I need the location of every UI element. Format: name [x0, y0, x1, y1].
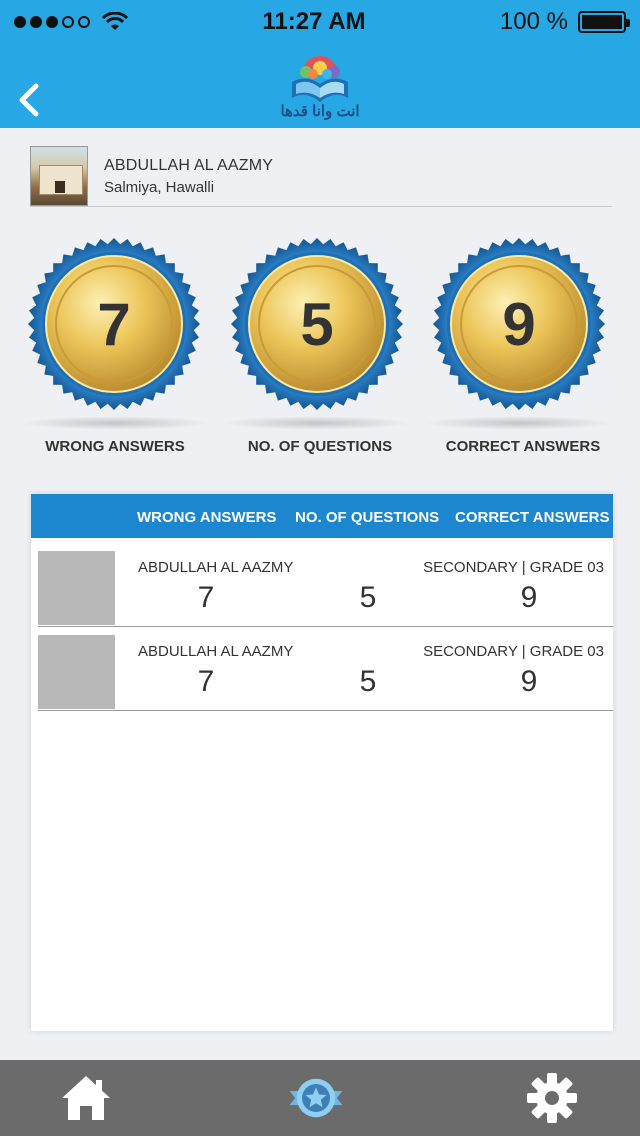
medal-label-questions: NO. OF QUESTIONS [247, 438, 393, 455]
student-photo [38, 635, 115, 709]
student-name: ABDULLAH AL AAZMY [138, 559, 294, 576]
medal-value: 7 [97, 290, 131, 358]
questions-medal: 5 [229, 236, 405, 412]
results-button[interactable] [288, 1072, 344, 1124]
correct-answers-medal: 9 [431, 236, 607, 412]
row-questions-value: 5 [359, 665, 377, 698]
wifi-icon [102, 12, 128, 30]
home-icon [62, 1076, 110, 1120]
logo-text: انت وانا قدها [280, 103, 360, 120]
column-header-correct: CORRECT ANSWERS [455, 509, 610, 526]
medal-shadow [424, 416, 614, 430]
medal-value: 5 [300, 290, 334, 358]
column-header-wrong: WRONG ANSWERS [137, 509, 277, 526]
logo-icon [292, 56, 348, 102]
medal-value: 9 [502, 290, 536, 358]
settings-button[interactable] [524, 1072, 580, 1124]
table-row[interactable]: ABDULLAH AL AAZMY SECONDARY | GRADE 03 7… [38, 551, 613, 627]
results-table: WRONG ANSWERS NO. OF QUESTIONS CORRECT A… [31, 494, 613, 1031]
student-photo [38, 551, 115, 625]
medal-label-wrong: WRONG ANSWERS [45, 438, 185, 455]
battery-percent: 100 % [499, 8, 568, 35]
profile-name: ABDULLAH AL AAZMY [104, 156, 274, 174]
table-header: WRONG ANSWERS NO. OF QUESTIONS CORRECT A… [31, 494, 613, 538]
star-badge-icon [289, 1078, 343, 1118]
app-header: 11:27 AM 100 % انت وانا قدها [0, 0, 640, 128]
back-button[interactable] [10, 78, 46, 122]
gear-icon [527, 1073, 577, 1123]
column-header-questions: NO. OF QUESTIONS [295, 509, 440, 526]
chevron-left-icon [19, 83, 39, 117]
row-correct-value: 9 [520, 581, 538, 614]
wrong-answers-medal: 7 [26, 236, 202, 412]
table-row[interactable]: ABDULLAH AL AAZMY SECONDARY | GRADE 03 7… [38, 635, 613, 711]
battery-icon [577, 11, 630, 33]
bottom-navigation [0, 1060, 640, 1136]
row-wrong-value: 7 [197, 581, 215, 614]
student-grade: SECONDARY | GRADE 03 [423, 643, 604, 660]
app-logo: انت وانا قدها [280, 50, 360, 124]
medal-shadow [20, 416, 210, 430]
profile-location: Salmiya, Hawalli [104, 178, 215, 196]
profile-section: ABDULLAH AL AAZMY Salmiya, Hawalli [30, 146, 612, 207]
medal-shadow [222, 416, 412, 430]
signal-strength-icon [14, 12, 128, 32]
row-wrong-value: 7 [197, 665, 215, 698]
student-grade: SECONDARY | GRADE 03 [423, 559, 604, 576]
medal-label-correct: CORRECT ANSWERS [445, 438, 601, 455]
student-name: ABDULLAH AL AAZMY [138, 643, 294, 660]
status-bar: 11:27 AM 100 % [0, 0, 640, 44]
row-questions-value: 5 [359, 581, 377, 614]
home-button[interactable] [58, 1072, 114, 1124]
row-correct-value: 9 [520, 665, 538, 698]
status-time: 11:27 AM [262, 8, 366, 35]
school-photo [30, 146, 88, 206]
